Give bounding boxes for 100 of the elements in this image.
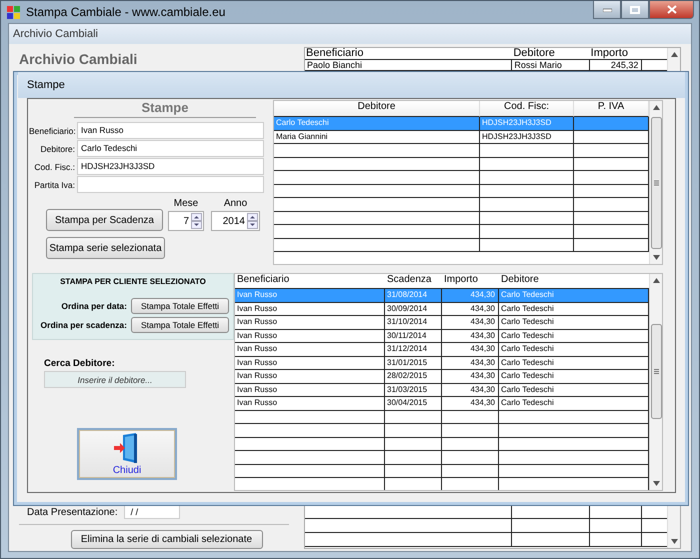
table-cell <box>442 438 499 451</box>
table-cell: Carlo Tedeschi <box>499 356 649 370</box>
table-cell: Carlo Tedeschi <box>499 343 649 356</box>
table-cell <box>385 438 442 451</box>
table-cell: 31/12/2014 <box>385 343 442 356</box>
table-cell <box>385 451 442 464</box>
table-row[interactable]: Ivan Russo 30/09/2014 434,30 Carlo Tedeschi <box>235 302 649 316</box>
table-cell: Carlo Tedeschi <box>499 316 649 330</box>
table-cell: 434,30 <box>442 356 499 370</box>
input-field[interactable]: HDJSH23JH3J3SD <box>77 158 264 175</box>
table-cell: Ivan Russo <box>235 356 385 370</box>
field-label: Beneficiario: <box>29 126 75 136</box>
table-cell <box>590 519 642 533</box>
scroll-down-arrow-icon[interactable] <box>670 539 678 544</box>
table-cell <box>385 410 442 424</box>
table-cell <box>442 410 499 424</box>
table-cell: 30/11/2014 <box>385 330 442 343</box>
print-total-button[interactable]: Stampa Totale Effetti <box>131 317 229 333</box>
table-cell: Ivan Russo <box>235 289 385 302</box>
input-field[interactable]: Ivan Russo <box>77 122 264 139</box>
print-series-button[interactable]: Stampa serie selezionata <box>46 237 165 259</box>
field-label: Partita Iva: <box>33 180 75 190</box>
spin-field[interactable]: 2014 <box>211 211 260 231</box>
table-cell: 28/02/2015 <box>385 370 442 384</box>
table-cell <box>385 464 442 478</box>
table-row[interactable]: Ivan Russo 31/12/2014 434,30 Carlo Tedeschi <box>235 343 649 356</box>
scroll-down-arrow-icon[interactable] <box>652 481 660 486</box>
table-row[interactable]: Ivan Russo 30/04/2015 434,30 Carlo Tedeschi <box>235 397 649 410</box>
field-label: Debitore: <box>40 144 75 154</box>
scroll-thumb[interactable] <box>650 324 662 420</box>
scroll-up-arrow-icon[interactable] <box>652 105 660 110</box>
table-row[interactable]: Ivan Russo 31/03/2015 434,30 Carlo Tedeschi <box>235 384 649 397</box>
table-cell: 30/09/2014 <box>385 302 442 316</box>
table-row[interactable]: Ivan Russo 31/10/2014 434,30 Carlo Tedeschi <box>235 316 649 330</box>
column-header[interactable]: Debitore <box>512 48 590 60</box>
scroll-up-arrow-icon[interactable] <box>652 278 660 283</box>
table-cell: 31/03/2015 <box>385 384 442 397</box>
table-cell: 31/01/2015 <box>385 356 442 370</box>
date-field[interactable]: / / <box>124 505 180 519</box>
minimize-icon <box>602 8 612 12</box>
column-header[interactable]: Beneficiario <box>305 48 512 60</box>
scroll-down-arrow-icon[interactable] <box>652 255 660 260</box>
table-cell <box>590 533 642 547</box>
table-cell: 434,30 <box>442 397 499 410</box>
table-row[interactable]: Ivan Russo 30/11/2014 434,30 Carlo Tedeschi <box>235 330 649 343</box>
archive-heading: Archivio Cambiali <box>19 50 138 67</box>
table-cell: 30/04/2015 <box>385 397 442 410</box>
table-cell: Ivan Russo <box>235 343 385 356</box>
print-total-button[interactable]: Stampa Totale Effetti <box>131 298 229 314</box>
spin-arrows-icon[interactable] <box>191 213 202 229</box>
date-label: Data Presentazione: <box>27 506 118 518</box>
table-row[interactable]: Maria Giannini HDJSH23JH3J3SD <box>274 130 649 144</box>
scrollbar[interactable] <box>649 274 662 490</box>
print-due-button[interactable]: Stampa per Scadenza <box>46 209 163 231</box>
table-cell <box>442 464 499 478</box>
sort-label: Ordina per scadenza: <box>40 320 127 330</box>
exit-door-icon <box>114 432 140 462</box>
scroll-up-arrow-icon[interactable] <box>670 52 678 57</box>
table-cell: 434,30 <box>442 384 499 397</box>
search-field[interactable]: Inserire il debitore... <box>44 371 186 388</box>
table-cell: 434,30 <box>442 330 499 343</box>
table-cell: Ivan Russo <box>235 384 385 397</box>
delete-series-button[interactable]: Elimina la serie di cambiali selezionate <box>70 530 262 549</box>
field-label: Cod. Fisc.: <box>33 162 75 172</box>
form-heading: Stampe <box>74 100 256 118</box>
table-row[interactable]: Ivan Russo 31/01/2015 434,30 Carlo Tedeschi <box>235 356 649 370</box>
close-dialog-button[interactable]: Chiudi <box>77 428 177 480</box>
scrollbar[interactable] <box>649 101 662 264</box>
dialog-title: Stampe <box>27 79 65 91</box>
table-cell: Ivan Russo <box>235 330 385 343</box>
table-row[interactable]: Ivan Russo 28/02/2015 434,30 Carlo Tedeschi <box>235 370 649 384</box>
input-field[interactable] <box>77 176 264 193</box>
table-cell: Carlo Tedeschi <box>499 330 649 343</box>
table-cell: Maria Giannini <box>274 130 480 144</box>
minimize-button[interactable] <box>593 1 621 19</box>
table-cell: 434,30 <box>442 316 499 330</box>
table-cell: Carlo Tedeschi <box>274 117 480 130</box>
table-cell: 434,30 <box>442 343 499 356</box>
close-icon <box>666 5 676 14</box>
spin-label: Mese <box>174 198 198 209</box>
window-title: Stampa Cambiale - www.cambiale.eu <box>26 5 226 19</box>
table-cell: 31/08/2014 <box>385 289 442 302</box>
table-cell: Ivan Russo <box>235 316 385 330</box>
spin-label: Anno <box>224 198 248 209</box>
table-cell <box>442 451 499 464</box>
spin-arrows-icon[interactable] <box>247 213 258 229</box>
app-icon <box>6 4 22 20</box>
table-cell: 31/10/2014 <box>385 316 442 330</box>
maximize-button[interactable] <box>621 1 649 19</box>
spin-field[interactable]: 7 <box>168 211 204 231</box>
table-cell: 434,30 <box>442 289 499 302</box>
table-cell: Carlo Tedeschi <box>499 370 649 384</box>
panel-title: STAMPA PER CLIENTE SELEZIONATO <box>59 277 207 286</box>
scroll-thumb[interactable] <box>650 116 662 248</box>
table-cell: Ivan Russo <box>235 397 385 410</box>
sort-label: Ordina per data: <box>61 301 127 311</box>
input-field[interactable]: Carlo Tedeschi <box>77 140 264 157</box>
column-header[interactable]: Importo <box>590 48 667 60</box>
maximize-icon <box>630 6 640 14</box>
close-button[interactable] <box>649 1 694 19</box>
